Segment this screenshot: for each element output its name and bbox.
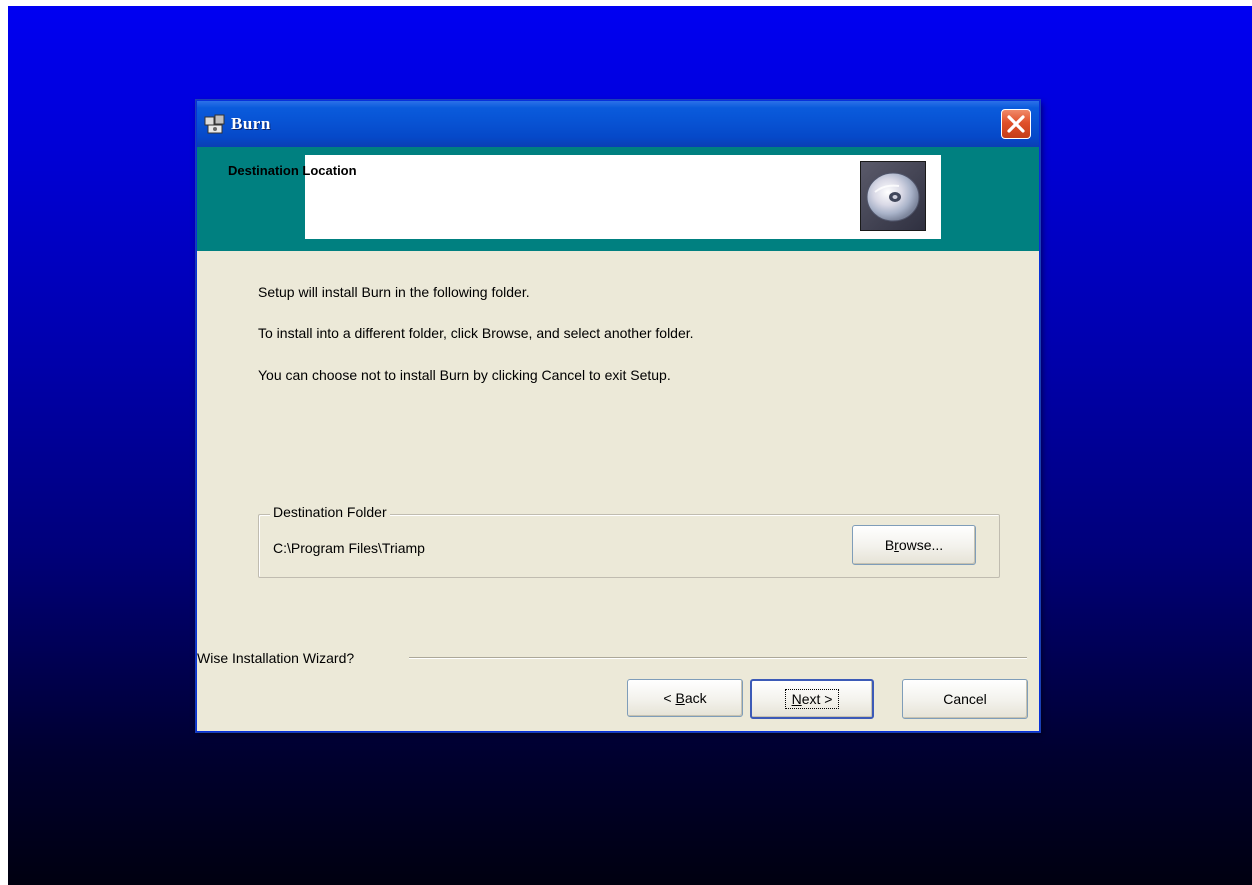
browse-label-pre: B <box>884 537 895 553</box>
banner-panel <box>305 155 941 239</box>
wizard-brand-label: Wise Installation Wizard? <box>197 650 359 666</box>
close-icon <box>1007 115 1025 133</box>
header-banner: Destination Location <box>197 147 1039 251</box>
back-label-accel: B <box>675 690 685 706</box>
destination-path: C:\Program Files\Triamp <box>273 540 425 556</box>
close-button[interactable] <box>1001 109 1031 139</box>
footer-separator <box>409 657 1027 659</box>
back-label-pre: < <box>663 690 676 706</box>
setup-app-icon <box>204 114 225 134</box>
browse-button[interactable]: Browse... <box>852 525 976 565</box>
cd-disc-icon <box>860 161 926 231</box>
window-title: Burn <box>231 114 271 133</box>
destination-folder-label: Destination Folder <box>270 504 390 520</box>
setup-dialog: Burn Destination Location Setup will ins… <box>196 100 1040 732</box>
intro-line-3: You can choose not to install Burn by cl… <box>258 367 671 383</box>
next-button[interactable]: Next > <box>750 679 874 719</box>
browse-label-post: owse... <box>898 537 944 553</box>
intro-line-1: Setup will install Burn in the following… <box>258 284 530 300</box>
back-label-post: ack <box>684 690 707 706</box>
intro-line-2: To install into a different folder, clic… <box>258 325 694 341</box>
title-bar[interactable]: Burn <box>197 101 1039 147</box>
next-label-post: ext > <box>801 691 833 707</box>
next-label-accel: N <box>791 691 802 707</box>
banner-title: Destination Location <box>228 163 357 178</box>
cancel-label: Cancel <box>943 691 987 707</box>
back-button[interactable]: < Back <box>627 679 743 717</box>
cancel-button[interactable]: Cancel <box>902 679 1028 719</box>
